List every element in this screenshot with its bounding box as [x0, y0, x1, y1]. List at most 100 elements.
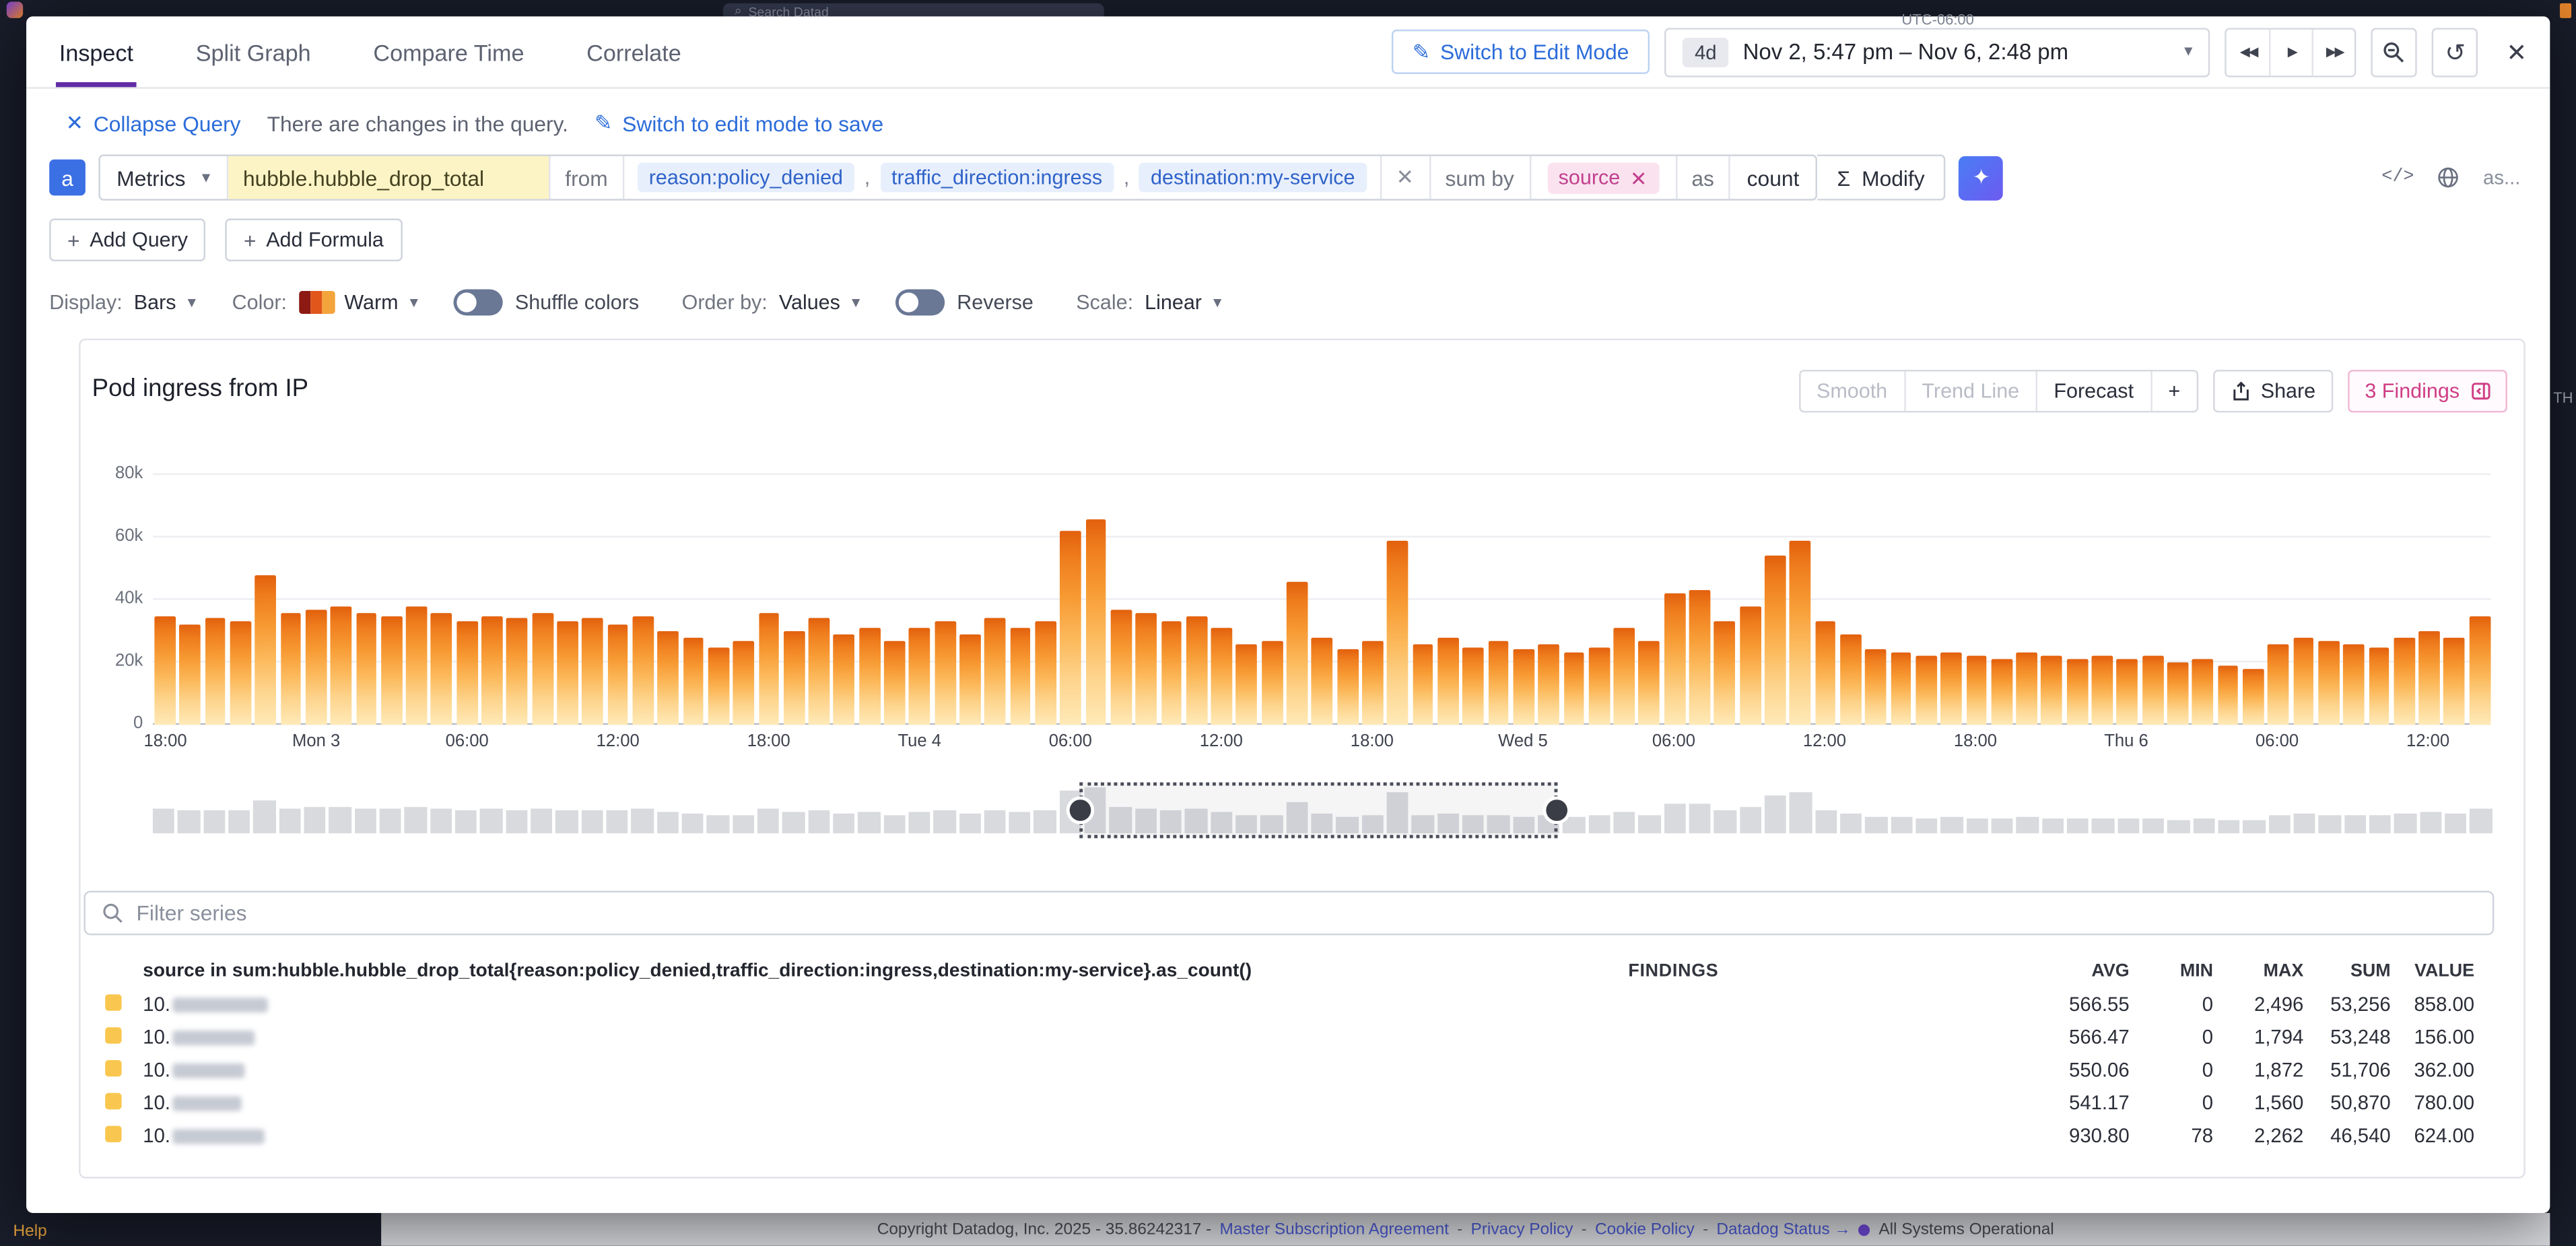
bar[interactable] — [1211, 628, 1232, 725]
bar[interactable] — [834, 634, 854, 725]
bar[interactable] — [2243, 669, 2264, 725]
footer-link-cookie[interactable]: Cookie Policy — [1595, 1220, 1695, 1239]
ai-assistant-button[interactable]: ✦ — [1959, 156, 2004, 200]
code-view-icon[interactable]: </> — [2381, 168, 2414, 187]
filter-tag-destination[interactable]: destination:my-service — [1139, 163, 1367, 193]
modify-button[interactable]: Σ Modify — [1817, 154, 1946, 200]
bar[interactable] — [1689, 591, 1710, 725]
data-source-select[interactable]: Metrics ▾ — [100, 156, 228, 199]
bar[interactable] — [884, 641, 905, 725]
smooth-button[interactable]: Smooth — [1800, 372, 1904, 412]
bar[interactable] — [1891, 653, 1911, 725]
bar[interactable] — [859, 628, 880, 725]
switch-to-edit-mode-button[interactable]: ✎ Switch to Edit Mode — [1391, 30, 1650, 74]
rollup-select[interactable]: count — [1730, 156, 1815, 199]
bar[interactable] — [1110, 610, 1131, 725]
bar[interactable] — [2293, 637, 2314, 725]
bar[interactable] — [2066, 659, 2087, 725]
add-query-button[interactable]: + Add Query — [49, 219, 206, 261]
add-formula-button[interactable]: + Add Formula — [226, 219, 401, 261]
bar[interactable] — [154, 616, 175, 725]
filter-tag-reason[interactable]: reason:policy_denied — [638, 163, 854, 193]
bar[interactable] — [2369, 647, 2389, 725]
table-row[interactable]: 10.566.5502,49653,256858.00 — [83, 988, 2474, 1021]
table-row[interactable]: 10.550.0601,87251,706362.00 — [83, 1053, 2474, 1086]
scale-select[interactable]: Linear ▾ — [1145, 291, 1221, 314]
bar[interactable] — [2041, 656, 2062, 725]
globe-icon[interactable] — [2437, 166, 2460, 189]
bar[interactable] — [2092, 656, 2113, 725]
footer-link-status[interactable]: Datadog Status → — [1716, 1220, 1850, 1239]
bar[interactable] — [985, 619, 1006, 725]
brush-handle-left[interactable] — [1069, 799, 1090, 821]
tab-compare-time[interactable]: Compare Time — [373, 16, 524, 87]
bar[interactable] — [381, 616, 402, 725]
display-type-select[interactable]: Bars ▾ — [134, 291, 196, 314]
bar[interactable] — [1865, 650, 1886, 725]
bar[interactable] — [1740, 606, 1761, 725]
bar[interactable] — [733, 641, 754, 725]
bar[interactable] — [532, 612, 553, 725]
bar[interactable] — [2192, 659, 2213, 725]
bar[interactable] — [355, 612, 376, 725]
time-range-picker[interactable]: UTC-06:00 4d Nov 2, 5:47 pm – Nov 6, 2:4… — [1665, 27, 2210, 76]
bar[interactable] — [758, 612, 779, 725]
add-analysis-button[interactable]: + — [2150, 372, 2196, 412]
bar[interactable] — [1790, 541, 1810, 725]
bar[interactable] — [431, 612, 452, 725]
bar[interactable] — [1136, 612, 1157, 725]
tab-correlate[interactable]: Correlate — [586, 16, 681, 87]
bar[interactable] — [1916, 656, 1936, 725]
remove-tag-icon[interactable]: ✕ — [1630, 165, 1648, 190]
bar[interactable] — [180, 625, 201, 725]
footer-link-privacy[interactable]: Privacy Policy — [1471, 1220, 1573, 1239]
metric-name-input[interactable] — [228, 156, 550, 199]
bar[interactable] — [1614, 628, 1635, 725]
bar[interactable] — [331, 606, 351, 725]
bar[interactable] — [1010, 628, 1031, 725]
table-row[interactable]: 10.566.4701,79453,248156.00 — [83, 1020, 2474, 1053]
bar[interactable] — [2444, 637, 2465, 725]
bar[interactable] — [1563, 653, 1584, 725]
bar[interactable] — [1362, 641, 1383, 725]
bar[interactable] — [2469, 616, 2490, 725]
bar[interactable] — [582, 619, 603, 725]
bar[interactable] — [2217, 665, 2238, 725]
bar[interactable] — [809, 619, 829, 725]
bar[interactable] — [2142, 656, 2163, 725]
bar[interactable] — [1337, 650, 1358, 725]
findings-button[interactable]: 3 Findings — [2348, 370, 2507, 412]
bar[interactable] — [1161, 622, 1182, 725]
time-brush[interactable] — [153, 787, 2491, 833]
step-forward-button[interactable]: ▶▶ — [2313, 29, 2355, 75]
bar[interactable] — [406, 606, 427, 725]
bar[interactable] — [1186, 616, 1207, 725]
bar[interactable] — [1488, 641, 1509, 725]
bar[interactable] — [2167, 662, 2188, 725]
bar[interactable] — [607, 625, 628, 725]
reset-zoom-button[interactable]: ↺ — [2433, 27, 2478, 76]
bar[interactable] — [2016, 653, 2037, 725]
bar[interactable] — [1287, 581, 1308, 725]
bar[interactable] — [632, 616, 653, 725]
bar[interactable] — [481, 616, 502, 725]
collapse-query-link[interactable]: ✕ Collapse Query — [66, 110, 241, 137]
bar[interactable] — [683, 637, 704, 725]
footer-link-msa[interactable]: Master Subscription Agreement — [1220, 1220, 1449, 1239]
bar[interactable] — [1940, 653, 1961, 725]
bar[interactable] — [507, 619, 528, 725]
bar[interactable] — [1060, 531, 1081, 725]
bar[interactable] — [1387, 541, 1408, 725]
bar[interactable] — [1035, 622, 1056, 725]
bar[interactable] — [935, 622, 955, 725]
table-row[interactable]: 10.541.1701,56050,870780.00 — [83, 1086, 2474, 1119]
bar[interactable] — [1991, 659, 2012, 725]
bar[interactable] — [1588, 647, 1609, 725]
bar[interactable] — [1765, 556, 1786, 725]
play-button[interactable]: ▶ — [2270, 29, 2312, 75]
tab-split-graph[interactable]: Split Graph — [196, 16, 311, 87]
step-back-button[interactable]: ◀◀ — [2227, 29, 2270, 75]
bar[interactable] — [1437, 637, 1458, 725]
zoom-out-button[interactable] — [2371, 27, 2417, 76]
bar[interactable] — [1262, 641, 1283, 725]
